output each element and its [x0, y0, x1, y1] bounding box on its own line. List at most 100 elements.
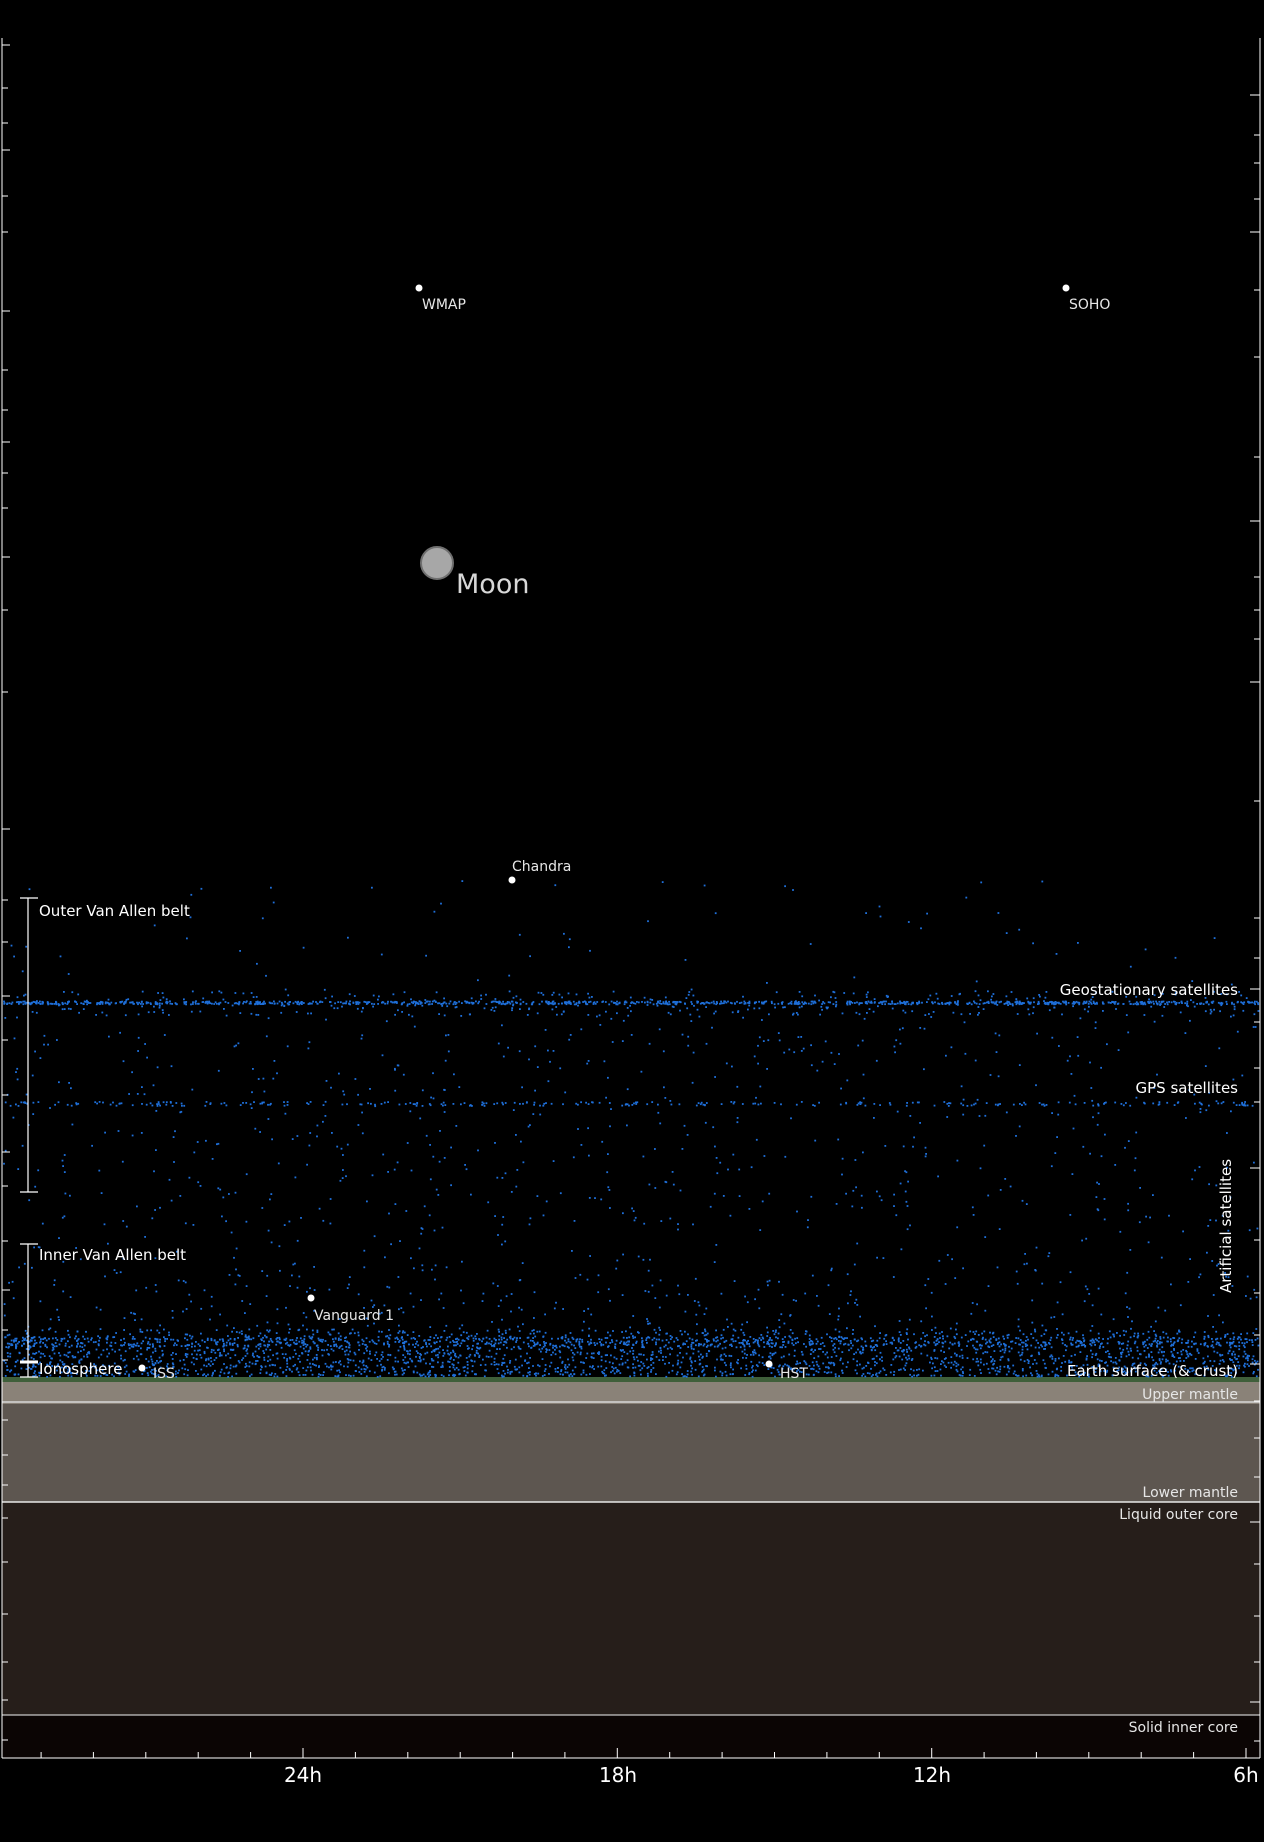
satellite-dot	[834, 1375, 837, 1378]
satellite-dot	[210, 1348, 213, 1351]
satellite-dot	[22, 1336, 24, 1339]
satellite-dot	[780, 1103, 782, 1106]
satellite-dot	[33, 1344, 35, 1347]
satellite-dot	[626, 1124, 628, 1127]
satellite-dot	[443, 1111, 446, 1113]
satellite-dot	[28, 1199, 31, 1202]
satellite-dot	[501, 1024, 503, 1027]
satellite-dot	[1035, 1362, 1038, 1365]
satellite-dot	[276, 1357, 279, 1360]
satellite-dot	[170, 1101, 172, 1104]
satellite-dot	[322, 1338, 324, 1341]
satellite-dot	[168, 1334, 170, 1336]
satellite-dot	[658, 1002, 661, 1005]
satellite-dot	[265, 1295, 268, 1297]
satellite-dot	[1215, 1343, 1218, 1346]
satellite-dot	[713, 1192, 716, 1195]
satellite-dot	[1219, 1337, 1222, 1340]
satellite-dot	[1127, 1202, 1129, 1205]
satellite-dot	[407, 1361, 409, 1364]
satellite-dot	[144, 1336, 147, 1339]
satellite-dot	[651, 1101, 654, 1103]
satellite-dot	[549, 1343, 552, 1346]
satellite-dot	[233, 1045, 236, 1048]
satellite-dot	[1168, 1214, 1170, 1217]
satellite-dot	[694, 1360, 697, 1362]
satellite-dot	[223, 1102, 226, 1104]
satellite-dot	[248, 1365, 251, 1368]
satellite-dot	[758, 1036, 761, 1039]
satellite-dot	[47, 1043, 49, 1046]
satellite-dot	[1079, 1017, 1082, 1020]
satellite-dot	[611, 1339, 613, 1341]
satellite-dot	[33, 1342, 36, 1345]
satellite-dot	[172, 1352, 174, 1354]
satellite-dot	[1241, 1101, 1243, 1104]
satellite-dot	[460, 1103, 462, 1106]
satellite-dot	[389, 1334, 392, 1337]
satellite-dot	[1173, 1356, 1176, 1358]
satellite-dot	[573, 1373, 576, 1375]
satellite-dot	[766, 1326, 768, 1329]
satellite-dot	[929, 1361, 931, 1364]
satellite-dot	[205, 1139, 207, 1142]
satellite-dot	[357, 1093, 359, 1096]
satellite-dot	[950, 1366, 952, 1369]
satellite-dot	[60, 1340, 63, 1342]
satellite-dot	[308, 1349, 310, 1352]
satellite-dot	[615, 1339, 618, 1342]
satellite-dot	[621, 1294, 624, 1296]
satellite-dot	[311, 1336, 314, 1338]
satellite-dot	[140, 1347, 142, 1350]
satellite-dot	[231, 1375, 233, 1378]
satellite-dot	[8, 1333, 11, 1336]
satellite-dot	[282, 1371, 285, 1373]
satellite-dot	[354, 1364, 357, 1367]
satellite-dot	[862, 1097, 865, 1100]
satellite-dot	[331, 1365, 334, 1368]
satellite-dot	[155, 1290, 158, 1293]
satellite-dot	[14, 1365, 17, 1368]
satellite-dot	[730, 1355, 733, 1357]
satellite-dot	[236, 1345, 239, 1348]
satellite-dot	[1165, 1332, 1168, 1335]
satellite-dot	[265, 1371, 268, 1374]
satellite-dot	[32, 1358, 35, 1360]
satellite-dot	[327, 1353, 330, 1355]
satellite-dot	[1158, 1101, 1161, 1103]
satellite-dot	[149, 1102, 152, 1105]
satellite-dot	[43, 1034, 46, 1037]
satellite-dot	[1189, 1019, 1191, 1022]
satellite-dot	[302, 1340, 305, 1343]
satellite-dot	[112, 1101, 114, 1104]
satellite-dot	[1021, 1348, 1024, 1351]
satellite-dot	[646, 1358, 648, 1361]
satellite-dot	[923, 1343, 925, 1346]
satellite-dot	[382, 1356, 384, 1358]
satellite-dot	[214, 1369, 216, 1372]
satellite-dot	[685, 1352, 688, 1355]
satellite-dot	[1089, 1339, 1092, 1342]
satellite-dot	[497, 1372, 500, 1375]
satellite-dot	[1097, 1340, 1100, 1343]
satellite-dot	[1083, 1339, 1086, 1342]
satellite-dot	[1035, 1084, 1037, 1087]
satellite-dot	[380, 1363, 382, 1366]
satellite-dot	[905, 1200, 908, 1203]
satellite-dot	[561, 1362, 564, 1364]
satellite-dot	[500, 1336, 503, 1339]
satellite-dot	[1019, 1103, 1021, 1105]
satellite-dot	[526, 1375, 529, 1377]
satellite-dot	[715, 1340, 718, 1343]
satellite-dot	[75, 1102, 78, 1104]
satellite-dot	[720, 1334, 723, 1337]
satellite-dot	[870, 1349, 873, 1352]
satellite-dot	[791, 1332, 794, 1335]
satellite-dot	[31, 1337, 34, 1340]
satellite-dot	[1255, 1296, 1258, 1299]
satellite-dot	[730, 1343, 733, 1346]
satellite-dot	[1082, 1337, 1085, 1340]
satellite-dot	[571, 1369, 574, 1372]
satellite-dot	[250, 1107, 253, 1109]
satellite-dot	[819, 1343, 822, 1345]
